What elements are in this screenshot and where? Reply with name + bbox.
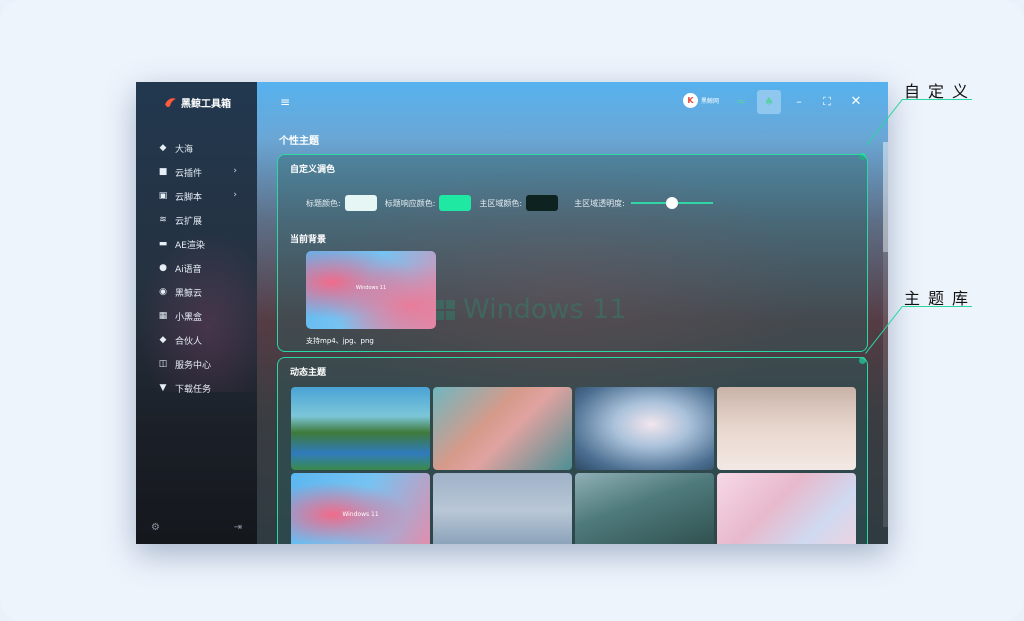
sidebar-item-label: 云插件 xyxy=(175,168,203,179)
sidebar-item-cloud-plugins[interactable]: ■ 云插件 › xyxy=(136,160,257,184)
scrollbar[interactable] xyxy=(883,142,888,527)
dynamic-theme-title: 动态主题 xyxy=(290,368,327,378)
title-color-swatch[interactable] xyxy=(344,195,377,211)
sidebar-item-cloud-extensions[interactable]: ≋ 云扩展 xyxy=(136,208,257,232)
brand-logo-icon: K xyxy=(683,93,698,108)
page-title: 个性主题 xyxy=(279,136,319,147)
diamond-icon: ◆ xyxy=(159,335,167,345)
voice-icon: ● xyxy=(159,263,167,273)
logo-text: 黑鲸工具箱 xyxy=(181,98,231,110)
sidebar-item-label: 小黑盒 xyxy=(175,312,203,323)
current-background-preview[interactable]: Windows 11 xyxy=(306,251,436,329)
thumb-label: Windows 11 xyxy=(342,511,379,518)
sidebar-item-label: Ai语音 xyxy=(175,264,202,275)
service-icon: ◫ xyxy=(158,359,168,369)
sidebar-item-label: 下载任务 xyxy=(175,384,212,395)
sidebar-item-downloads[interactable]: ▼ 下载任务 xyxy=(136,376,257,400)
hamburger-menu-icon[interactable]: ≡ xyxy=(280,95,290,109)
render-icon: ▬ xyxy=(158,239,168,249)
sidebar-item-service-center[interactable]: ◫ 服务中心 xyxy=(136,352,257,376)
theme-thumbnail-windows11[interactable]: Windows 11 xyxy=(291,473,430,544)
maximize-icon[interactable]: ⛶ xyxy=(819,94,835,110)
logout-icon[interactable]: ⇥ xyxy=(234,522,242,533)
whale-logo-icon xyxy=(165,98,176,107)
fish-icon: ◆ xyxy=(159,143,167,153)
main-area-color-swatch[interactable] xyxy=(526,195,559,211)
code-icon: ▣ xyxy=(158,191,168,201)
annotation-underline xyxy=(902,99,972,100)
theme-thumbnail[interactable] xyxy=(717,473,856,544)
sidebar-item-label: 合伙人 xyxy=(175,336,203,347)
custom-color-title: 自定义调色 xyxy=(290,165,336,175)
cube-icon: ■ xyxy=(158,167,168,177)
sidebar-item-dahai[interactable]: ◆ 大海 xyxy=(136,136,257,160)
theme-thumbnail[interactable] xyxy=(575,387,714,470)
sidebar-item-label: AE渲染 xyxy=(175,240,205,251)
supported-formats-caption: 支持mp4、jpg、png xyxy=(306,337,374,345)
app-logo[interactable]: 黑鲸工具箱 xyxy=(164,94,231,110)
sidebar-item-label: 云扩展 xyxy=(175,216,203,227)
sidebar-item-label: 云脚本 xyxy=(175,192,203,203)
color-settings-row: 标题颜色: 标题响应颜色: 主区域颜色: 主区域透明度: xyxy=(306,195,713,211)
sidebar-item-label: 黑鲸云 xyxy=(175,288,203,299)
theme-grid: Windows 11 xyxy=(291,387,857,544)
sidebar-item-ai-voice[interactable]: ● Ai语音 xyxy=(136,256,257,280)
title-hover-color-swatch[interactable] xyxy=(439,195,472,211)
brand-badge[interactable]: K 黑鲸网 xyxy=(683,93,719,108)
sidebar-nav: ◆ 大海 ■ 云插件 › ▣ 云脚本 › ≋ 云扩展 ▬ AE渲染 ● Ai语音… xyxy=(136,136,257,400)
main-area-opacity-label: 主区域透明度: xyxy=(574,198,625,208)
theme-shirt-button[interactable]: ♠ xyxy=(757,90,781,114)
sidebar-item-label: 服务中心 xyxy=(175,360,212,371)
theme-thumbnail[interactable] xyxy=(717,387,856,470)
cloud-circle-icon: ◉ xyxy=(159,287,167,297)
theme-thumbnail[interactable] xyxy=(575,473,714,544)
sidebar-item-heijing-cloud[interactable]: ◉ 黑鲸云 xyxy=(136,280,257,304)
sidebar-item-small-box[interactable]: ▦ 小黑盒 xyxy=(136,304,257,328)
grid-icon: ▦ xyxy=(158,311,168,321)
minimize-icon[interactable]: – xyxy=(791,94,807,110)
layers-icon: ≋ xyxy=(159,215,167,225)
sidebar-item-ae-render[interactable]: ▬ AE渲染 xyxy=(136,232,257,256)
brand-badge-text: 黑鲸网 xyxy=(701,98,720,105)
main-area: ≡ K 黑鲸网 ≈ ♠ – ⛶ ✕ 个性主题 Windows 11 自定义调色 … xyxy=(257,82,888,544)
sidebar: 黑鲸工具箱 ◆ 大海 ■ 云插件 › ▣ 云脚本 › ≋ 云扩展 ▬ AE渲染 … xyxy=(136,82,257,544)
theme-thumbnail[interactable] xyxy=(433,387,572,470)
current-bg-title: 当前背景 xyxy=(290,235,327,245)
opacity-slider-thumb[interactable] xyxy=(665,197,678,209)
sidebar-item-label: 大海 xyxy=(175,144,194,155)
theme-thumbnail[interactable] xyxy=(291,387,430,470)
opacity-slider[interactable] xyxy=(630,197,713,209)
current-bg-label: Windows 11 xyxy=(355,285,387,291)
wifi-icon[interactable]: ≈ xyxy=(733,94,749,110)
download-icon: ▼ xyxy=(159,383,167,393)
app-window: 黑鲸工具箱 ◆ 大海 ■ 云插件 › ▣ 云脚本 › ≋ 云扩展 ▬ AE渲染 … xyxy=(136,82,888,544)
title-color-label: 标题颜色: xyxy=(306,198,341,208)
sidebar-footer: ⚙ ⇥ xyxy=(136,522,257,536)
scrollbar-thumb[interactable] xyxy=(883,142,888,252)
title-hover-color-label: 标题响应颜色: xyxy=(384,198,436,208)
dynamic-theme-panel: 动态主题 Windows 11 xyxy=(277,357,868,544)
custom-theme-panel: 自定义调色 标题颜色: 标题响应颜色: 主区域颜色: 主区域透明度: 当前背景 … xyxy=(277,154,868,352)
gear-icon[interactable]: ⚙ xyxy=(151,522,160,533)
sidebar-item-partner[interactable]: ◆ 合伙人 xyxy=(136,328,257,352)
main-area-color-label: 主区域颜色: xyxy=(479,198,523,208)
chevron-right-icon: › xyxy=(233,190,237,200)
theme-thumbnail[interactable] xyxy=(433,473,572,544)
sidebar-item-cloud-scripts[interactable]: ▣ 云脚本 › xyxy=(136,184,257,208)
close-icon[interactable]: ✕ xyxy=(848,94,864,110)
annotation-underline xyxy=(902,306,972,307)
chevron-right-icon: › xyxy=(233,166,237,176)
title-bar: ≡ K 黑鲸网 ≈ ♠ – ⛶ ✕ xyxy=(257,82,888,122)
